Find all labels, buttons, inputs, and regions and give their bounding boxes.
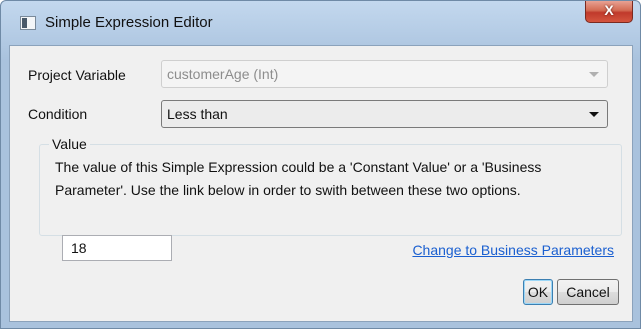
- window-title: Simple Expression Editor: [45, 14, 213, 31]
- value-group-label: Value: [49, 136, 90, 152]
- project-variable-value: customerAge (Int): [167, 66, 279, 82]
- description-line-1: The value of this Simple Expression coul…: [55, 159, 542, 175]
- dialog-window: Simple Expression Editor X Project Varia…: [0, 0, 641, 329]
- condition-select[interactable]: Less than: [161, 100, 608, 128]
- project-variable-select: customerAge (Int): [161, 60, 608, 88]
- chevron-down-icon[interactable]: [589, 112, 599, 117]
- ok-button[interactable]: OK: [523, 279, 553, 305]
- cancel-button[interactable]: Cancel: [557, 279, 619, 305]
- condition-value: Less than: [167, 106, 228, 122]
- change-to-business-parameters-link[interactable]: Change to Business Parameters: [412, 242, 614, 258]
- condition-label: Condition: [28, 106, 88, 122]
- chevron-down-icon: [589, 72, 599, 77]
- value-description: The value of this Simple Expression coul…: [55, 156, 615, 202]
- app-window-icon: [20, 16, 36, 30]
- description-line-2: Parameter'. Use the link below in order …: [55, 182, 521, 198]
- close-button[interactable]: X: [585, 1, 633, 23]
- constant-value-input[interactable]: 18: [62, 235, 172, 261]
- project-variable-label: Project Variable: [28, 67, 126, 83]
- title-bar[interactable]: Simple Expression Editor X: [1, 1, 640, 45]
